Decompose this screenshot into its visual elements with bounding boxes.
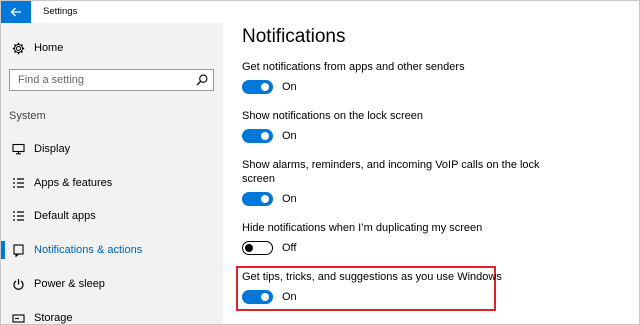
title-bar: Settings bbox=[1, 1, 639, 23]
setting-label: Show notifications on the lock screen bbox=[242, 110, 423, 122]
setting-tips-tricks-suggestions: Get tips, tricks, and suggestions as you… bbox=[242, 270, 622, 310]
setting-label: Hide notifications when I’m duplicating … bbox=[242, 222, 483, 234]
toggle-row: Off bbox=[242, 241, 296, 255]
sidebar: Home System Display bbox=[1, 23, 223, 324]
sidebar-item-power-sleep[interactable]: Power & sleep bbox=[1, 272, 223, 296]
toggle-knob bbox=[261, 293, 269, 301]
search-box bbox=[9, 69, 214, 91]
page-title: Notifications bbox=[242, 26, 346, 47]
toggle-state-label: On bbox=[282, 193, 297, 205]
toggle-switch[interactable] bbox=[242, 192, 273, 206]
toggle-state-label: On bbox=[282, 130, 297, 142]
toggle-state-label: On bbox=[282, 81, 297, 93]
window-title: Settings bbox=[43, 6, 78, 17]
back-button[interactable] bbox=[1, 1, 31, 23]
sidebar-item-home[interactable]: Home bbox=[1, 36, 223, 60]
sidebar-item-label: Home bbox=[34, 42, 64, 54]
sidebar-item-label: Display bbox=[34, 143, 71, 155]
list-icon bbox=[11, 176, 25, 190]
setting-label: Get notifications from apps and other se… bbox=[242, 61, 465, 73]
section-label-system: System bbox=[9, 110, 46, 122]
power-icon bbox=[11, 277, 25, 291]
gear-icon bbox=[11, 41, 25, 55]
sidebar-item-label: Apps & features bbox=[34, 177, 113, 189]
sidebar-item-display[interactable]: Display bbox=[1, 137, 223, 161]
main-content: Notifications Get notifications from app… bbox=[223, 23, 639, 324]
setting-lock-screen-notifications: Show notifications on the lock screen On bbox=[242, 109, 622, 149]
toggle-row: On bbox=[242, 129, 297, 143]
toggle-state-label: On bbox=[282, 291, 297, 303]
toggle-state-label: Off bbox=[282, 242, 297, 254]
search-icon[interactable] bbox=[195, 73, 209, 87]
setting-label: Get tips, tricks, and suggestions as you… bbox=[242, 271, 502, 283]
sidebar-item-storage[interactable]: Storage bbox=[1, 306, 223, 324]
sidebar-item-apps-features[interactable]: Apps & features bbox=[1, 171, 223, 195]
setting-get-notifications: Get notifications from apps and other se… bbox=[242, 60, 622, 100]
notifications-icon bbox=[11, 243, 25, 257]
toggle-row: On bbox=[242, 290, 297, 304]
active-indicator bbox=[1, 241, 5, 259]
setting-hide-when-duplicating: Hide notifications when I’m duplicating … bbox=[242, 221, 622, 261]
sidebar-item-default-apps[interactable]: Default apps bbox=[1, 204, 223, 228]
monitor-icon bbox=[11, 142, 25, 156]
sidebar-item-label: Notifications & actions bbox=[34, 244, 143, 256]
setting-label: Show alarms, reminders, and incoming VoI… bbox=[242, 159, 540, 185]
settings-window: Settings Home System bbox=[0, 0, 640, 325]
back-arrow-icon bbox=[10, 7, 21, 17]
sidebar-item-notifications-actions[interactable]: Notifications & actions bbox=[1, 238, 223, 262]
toggle-knob bbox=[261, 195, 269, 203]
toggle-switch[interactable] bbox=[242, 129, 273, 143]
toggle-row: On bbox=[242, 192, 297, 206]
toggle-knob bbox=[245, 243, 253, 252]
sidebar-item-label: Power & sleep bbox=[34, 278, 105, 290]
search-input[interactable] bbox=[10, 70, 190, 90]
toggle-knob bbox=[261, 132, 269, 140]
toggle-row: On bbox=[242, 80, 297, 94]
toggle-switch[interactable] bbox=[242, 241, 273, 255]
list-icon bbox=[11, 209, 25, 223]
toggle-switch[interactable] bbox=[242, 80, 273, 94]
toggle-switch[interactable] bbox=[242, 290, 273, 304]
sidebar-item-label: Storage bbox=[34, 312, 73, 324]
setting-alarms-voip-lock-screen: Show alarms, reminders, and incoming VoI… bbox=[242, 158, 552, 210]
sidebar-item-label: Default apps bbox=[34, 210, 96, 222]
toggle-knob bbox=[261, 83, 269, 91]
storage-icon bbox=[11, 311, 25, 324]
